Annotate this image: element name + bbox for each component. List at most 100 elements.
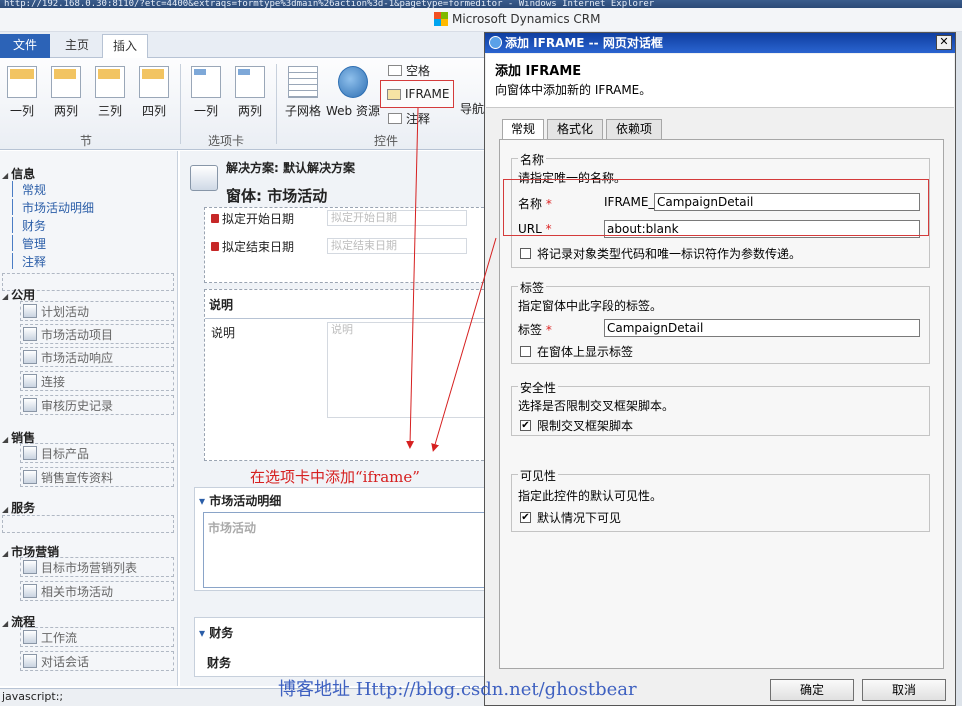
nav-link-label: 导航链接 (460, 102, 484, 116)
nav-item-label: 销售宣传资料 (41, 470, 114, 485)
dialog-heading: 添加 IFRAME (495, 64, 582, 79)
finance-tab[interactable]: 财务 财务 (194, 617, 484, 677)
tab-dependencies[interactable]: 依赖项 (606, 119, 662, 139)
iframe-button[interactable]: IFRAME (380, 80, 454, 108)
nav-item-target-products[interactable]: 目标产品 (20, 443, 174, 463)
show-label-checkbox[interactable] (520, 346, 531, 357)
literature-icon (23, 470, 37, 484)
nav-link-campaign-detail[interactable]: 市场活动明细 (11, 199, 94, 216)
group-label-section: 节 (80, 134, 93, 148)
tab-one-col-label: 一列 (193, 104, 218, 118)
visible-default-option[interactable]: ✔ 默认情况下可见 (520, 509, 621, 526)
nav-item-related-campaigns[interactable]: 相关市场活动 (20, 581, 174, 601)
end-date-label-text: 拟定结束日期 (222, 240, 295, 254)
tab-one-col-button[interactable]: 一列 (186, 66, 226, 119)
start-date-label: 拟定开始日期 (211, 210, 294, 227)
tab-one-column-icon (191, 66, 221, 98)
pass-params-option[interactable]: 将记录对象类型代码和唯一标识符作为参数传递。 (520, 245, 801, 262)
web-resource-button[interactable]: Web 资源 (324, 66, 382, 119)
pass-params-checkbox[interactable] (520, 248, 531, 259)
campaign-detail-tab[interactable]: 市场活动明细 市场活动 (194, 487, 484, 591)
spacer-icon (388, 65, 402, 76)
dialog-header: 添加 IFRAME 向窗体中添加新的 IFRAME。 (486, 54, 954, 108)
nav-section-service[interactable]: 服务 (2, 499, 35, 516)
visible-default-checkbox[interactable]: ✔ (520, 512, 531, 523)
nav-link-admin[interactable]: 管理 (11, 235, 46, 252)
campaign-detail-field: 市场活动 (208, 521, 257, 535)
nav-item-marketing-lists[interactable]: 目标市场营销列表 (20, 557, 174, 577)
nav-section-info[interactable]: 信息 (2, 165, 35, 182)
general-section[interactable]: 拟定开始日期 拟定开始日期 拟定结束日期 拟定结束日期 (204, 207, 484, 283)
nav-link-general[interactable]: 常规 (11, 181, 46, 198)
section-four-col-label: 四列 (141, 104, 166, 118)
nav-item-label: 市场活动响应 (41, 350, 114, 365)
screenshot-root: http://192.168.0.30:8110/?etc=4400&extra… (0, 0, 962, 706)
iframe-label: IFRAME (405, 87, 450, 101)
nav-item-workflows[interactable]: 工作流 (20, 627, 174, 647)
nav-item-label: 工作流 (41, 630, 78, 645)
ok-button[interactable]: 确定 (770, 679, 854, 701)
nav-item-label: 计划活动 (41, 304, 90, 319)
tab-file[interactable]: 文件 (0, 34, 50, 58)
section-one-col-button[interactable]: 一列 (2, 66, 42, 119)
ribbon: 一列 两列 三列 四列 一列 两列 子网格 Web 资源 空格 IFRAME 注… (0, 58, 484, 150)
description-field[interactable]: 说明 (327, 322, 484, 418)
section-three-col-button[interactable]: 三列 (90, 66, 130, 119)
add-iframe-dialog: 添加 IFRAME -- 网页对话框 ✕ 添加 IFRAME 向窗体中添加新的 … (484, 32, 956, 706)
spacer-button[interactable]: 空格 (388, 62, 430, 79)
nav-link-finance[interactable]: 财务 (11, 217, 46, 234)
close-icon[interactable]: ✕ (936, 35, 952, 50)
marketing-list-icon (23, 560, 37, 574)
nav-link-notes[interactable]: 注释 (11, 253, 46, 270)
nav-item-sales-literature[interactable]: 销售宣传资料 (20, 467, 174, 487)
subgrid-icon (288, 66, 318, 98)
end-date-label: 拟定结束日期 (211, 238, 294, 255)
nav-item-activities[interactable]: 计划活动 (20, 301, 174, 321)
start-date-field[interactable]: 拟定开始日期 (327, 210, 467, 226)
form-title: 窗体: 市场活动 (226, 187, 328, 205)
finance-tab-title: 财务 (199, 624, 233, 641)
section-two-col-button[interactable]: 两列 (46, 66, 86, 119)
label-input[interactable]: CampaignDetail (604, 319, 920, 337)
brand-name: Microsoft Dynamics CRM (452, 12, 601, 26)
nav-item-audit-history[interactable]: 审核历史记录 (20, 395, 174, 415)
cancel-button[interactable]: 取消 (862, 679, 946, 701)
nav-item-dialog-sessions[interactable]: 对话会话 (20, 651, 174, 671)
nav-item-label: 审核历史记录 (41, 398, 114, 413)
nav-item-campaign-responses[interactable]: 市场活动响应 (20, 347, 174, 367)
nav-item-connections[interactable]: 连接 (20, 371, 174, 391)
dialog-session-icon (23, 654, 37, 668)
tab-two-col-button[interactable]: 两列 (230, 66, 270, 119)
restrict-scripting-option[interactable]: ✔ 限制交叉框架脚本 (520, 417, 633, 434)
nav-item-label: 目标产品 (41, 446, 90, 461)
tab-general[interactable]: 常规 (502, 119, 544, 140)
visibility-legend: 可见性 (518, 467, 559, 484)
tab-two-col-label: 两列 (237, 104, 262, 118)
section-four-col-button[interactable]: 四列 (134, 66, 174, 119)
product-icon (23, 446, 37, 460)
visibility-description: 指定此控件的默认可见性。 (518, 489, 663, 503)
section-three-col-label: 三列 (97, 104, 122, 118)
tab-home[interactable]: 主页 (55, 34, 99, 58)
nav-item-label: 相关市场活动 (41, 584, 114, 599)
subgrid-button[interactable]: 子网格 (280, 66, 326, 119)
tab-formatting[interactable]: 格式化 (547, 119, 603, 139)
restrict-scripting-checkbox[interactable]: ✔ (520, 420, 531, 431)
tab-insert[interactable]: 插入 (102, 34, 149, 58)
security-description: 选择是否限制交叉框架脚本。 (518, 399, 675, 413)
notes-button[interactable]: 注释 (388, 110, 430, 127)
nav-item-label: 目标市场营销列表 (41, 560, 138, 575)
general-tab-panel: 名称 请指定唯一的名称。 名称 * IFRAME_ CampaignDetail… (499, 139, 944, 669)
microsoft-logo-icon (434, 12, 448, 26)
campaign-detail-section[interactable]: 市场活动 (203, 512, 484, 588)
nav-item-campaign-items[interactable]: 市场活动项目 (20, 324, 174, 344)
group-label-tab: 选项卡 (208, 134, 245, 148)
end-date-field[interactable]: 拟定结束日期 (327, 238, 467, 254)
activity-icon (23, 304, 37, 318)
nav-link-button[interactable]: 导航链接 (460, 100, 484, 117)
show-label-option[interactable]: 在窗体上显示标签 (520, 343, 633, 360)
response-icon (23, 350, 37, 364)
description-section[interactable]: 说明 说明 说明 (204, 289, 484, 461)
form-navigation: 信息 常规 市场活动明细 财务 管理 注释 公用 计划活动 市场活动项目 市场活… (0, 151, 178, 686)
label-field-label-text: 标签 (518, 323, 543, 337)
